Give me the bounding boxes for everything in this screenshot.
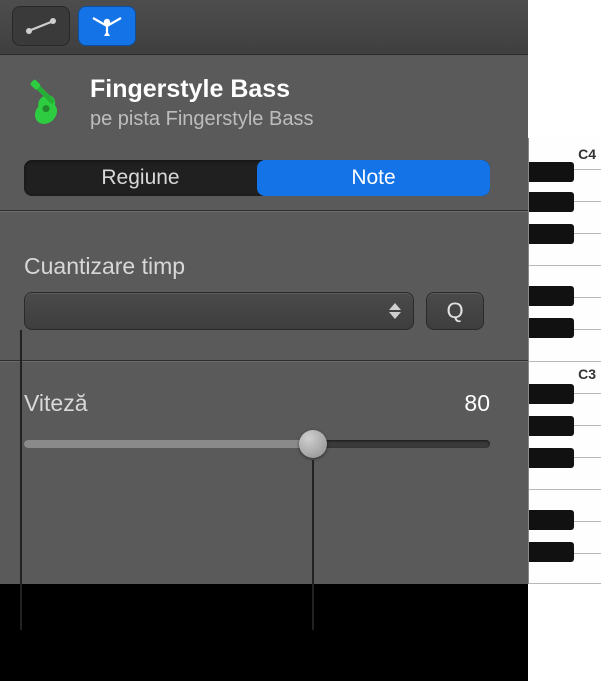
callout-line bbox=[312, 460, 314, 630]
velocity-row: Viteză 80 bbox=[24, 390, 490, 417]
tab-region[interactable]: Regiune bbox=[24, 160, 257, 196]
piano-key-label-c4: C4 bbox=[578, 146, 596, 162]
quantize-row: Q bbox=[24, 292, 484, 330]
segmented-control: Regiune Note bbox=[24, 160, 490, 196]
divider bbox=[0, 210, 528, 211]
piano-key-label-c3: C3 bbox=[578, 366, 596, 382]
automation-curve-icon bbox=[23, 15, 59, 37]
guitar-icon bbox=[18, 75, 74, 131]
quantize-apply-button[interactable]: Q bbox=[426, 292, 484, 330]
inspector-panel: Fingerstyle Bass pe pista Fingerstyle Ba… bbox=[0, 0, 528, 584]
quantize-label: Cuantizare timp bbox=[24, 253, 185, 280]
velocity-value: 80 bbox=[464, 390, 490, 417]
divider bbox=[0, 360, 528, 361]
scissors-split-icon bbox=[89, 14, 125, 38]
velocity-label: Viteză bbox=[24, 390, 88, 417]
automation-button[interactable] bbox=[12, 6, 70, 46]
toolbar bbox=[12, 6, 136, 46]
piano-keyboard[interactable]: C4 C3 bbox=[528, 138, 601, 584]
track-header: Fingerstyle Bass pe pista Fingerstyle Ba… bbox=[18, 75, 313, 131]
callout-line bbox=[20, 330, 22, 630]
chevron-updown-icon bbox=[389, 303, 401, 319]
quantize-select[interactable] bbox=[24, 292, 414, 330]
track-subtitle: pe pista Fingerstyle Bass bbox=[90, 108, 313, 131]
slider-thumb[interactable] bbox=[299, 430, 327, 458]
split-tool-button[interactable] bbox=[78, 6, 136, 46]
slider-fill bbox=[24, 440, 313, 448]
track-titles: Fingerstyle Bass pe pista Fingerstyle Ba… bbox=[90, 75, 313, 131]
slider-track bbox=[24, 440, 490, 448]
tab-note[interactable]: Note bbox=[257, 160, 490, 196]
track-title: Fingerstyle Bass bbox=[90, 75, 313, 104]
crop-black-area bbox=[0, 584, 528, 681]
velocity-slider[interactable] bbox=[24, 440, 490, 448]
